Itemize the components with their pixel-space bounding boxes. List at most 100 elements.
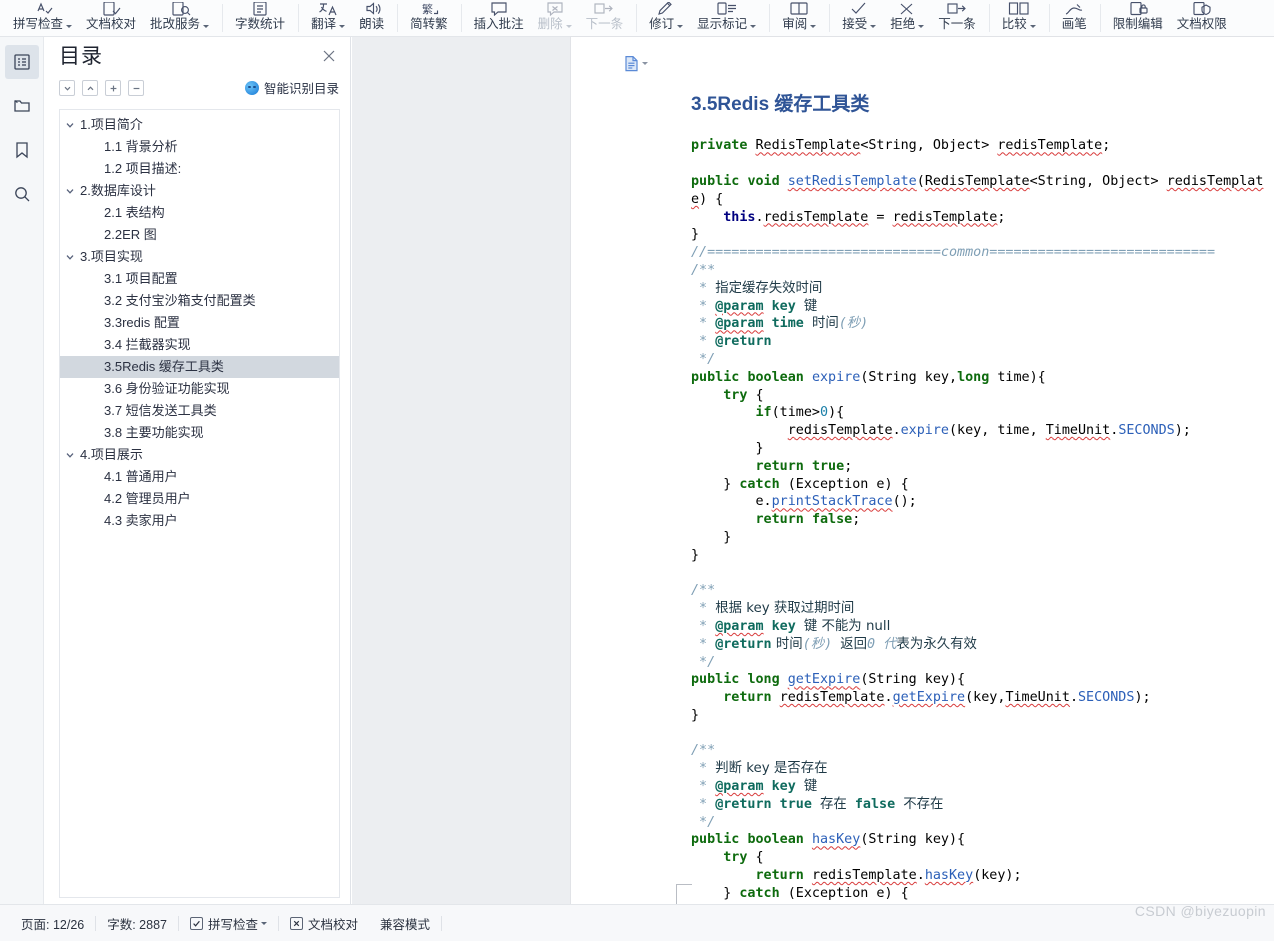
chevron-down-icon[interactable] <box>59 80 75 96</box>
chevron-down-icon[interactable] <box>918 25 925 28</box>
outline-item[interactable]: 4.项目展示 <box>60 444 339 466</box>
outline-item[interactable]: 1.项目简介 <box>60 114 339 136</box>
ribbon-button-insert-comment[interactable]: 插入批注 <box>467 0 531 36</box>
outline-icon <box>12 52 32 72</box>
ribbon-button-label: 修订 <box>649 17 675 31</box>
ribbon-button-show-markup[interactable]: 显示标记 <box>690 0 763 36</box>
outline-item-label: 4.2 管理员用户 <box>104 491 191 506</box>
paragraph-style-icon[interactable] <box>624 55 648 72</box>
outline-tree[interactable]: 1.项目简介 1.1 背景分析 1.2 项目描述: 2.数据库设计 2.1 表结构 2.2… <box>59 109 340 898</box>
chevron-down-icon[interactable] <box>261 921 268 925</box>
bookmark-icon <box>12 140 32 160</box>
outline-item[interactable]: 3.3redis 配置 <box>60 312 339 334</box>
outline-item[interactable]: 3.1 项目配置 <box>60 268 339 290</box>
chevron-down-icon[interactable] <box>60 120 80 130</box>
chevron-down-icon[interactable] <box>60 252 80 262</box>
ribbon-button-next-change[interactable]: 下一条 <box>931 0 983 36</box>
ribbon-button-accept[interactable]: 接受 <box>835 0 883 36</box>
chevron-down-icon[interactable] <box>642 62 648 65</box>
chevron-down-icon[interactable] <box>750 25 757 28</box>
outline-item[interactable]: 3.4 拦截器实现 <box>60 334 339 356</box>
ribbon-button-track-changes[interactable]: 修订 <box>642 0 690 36</box>
ribbon-button-word-count[interactable]: 字数统计 <box>228 0 292 36</box>
rail-item-search[interactable] <box>5 177 39 211</box>
ribbon-button-translate[interactable]: 翻译 <box>304 0 352 36</box>
outline-item[interactable]: 1.2 项目描述: <box>60 158 339 180</box>
rail-item-thumbnail[interactable] <box>5 89 39 123</box>
ribbon-button-read-aloud[interactable]: 朗读 <box>352 0 391 36</box>
ribbon-button-reject[interactable]: 拒绝 <box>883 0 931 36</box>
rail-item-bookmark[interactable] <box>5 133 39 167</box>
outline-item[interactable]: 4.1 普通用户 <box>60 466 339 488</box>
outline-item-label: 3.7 短信发送工具类 <box>104 403 217 418</box>
outline-item[interactable]: 2.2ER 图 <box>60 224 339 246</box>
ribbon-button-review-pane[interactable]: 审阅 <box>775 0 823 36</box>
chevron-down-icon[interactable] <box>203 25 210 28</box>
word-count-indicator[interactable]: 字数: 2887 <box>96 912 178 934</box>
next-change-icon <box>946 2 968 16</box>
chevron-down-icon[interactable] <box>1029 25 1036 28</box>
close-icon[interactable] <box>320 47 338 65</box>
chevron-up-icon[interactable] <box>82 80 98 96</box>
ribbon-button-compare[interactable]: 比较 <box>995 0 1043 36</box>
ribbon-button-pen[interactable]: 画笔 <box>1055 0 1094 36</box>
rail-item-outline[interactable] <box>4 45 39 79</box>
left-icon-rail <box>0 37 44 904</box>
outline-item[interactable]: 4.3 卖家用户 <box>60 510 339 532</box>
smart-recognize-label: 智能识别目录 <box>263 82 339 96</box>
status-compat-mode[interactable]: 兼容模式 <box>369 912 441 934</box>
page-indicator[interactable]: 页面: 12/26 <box>10 912 95 934</box>
outline-item[interactable]: 3.2 支付宝沙箱支付配置类 <box>60 290 339 312</box>
outline-item[interactable]: 2.数据库设计 <box>60 180 339 202</box>
chevron-down-icon[interactable] <box>810 25 817 28</box>
ribbon-button-simp-to-trad[interactable]: 繁简转繁 <box>403 0 455 36</box>
outline-item[interactable]: 3.8 主要功能实现 <box>60 422 339 444</box>
revision-service-icon <box>169 2 191 16</box>
outline-item[interactable]: 2.1 表结构 <box>60 202 339 224</box>
status-doc-proofread[interactable]: 文档校对 <box>279 912 369 934</box>
chevron-down-icon[interactable] <box>60 450 80 460</box>
pen-icon <box>1063 2 1085 16</box>
ribbon-button-spell-check[interactable]: 拼写检查 <box>6 0 79 36</box>
review-pane-icon <box>788 2 810 16</box>
status-spell-check[interactable]: 拼写检查 <box>179 912 278 934</box>
plus-icon[interactable] <box>105 80 121 96</box>
smart-recognize-toc-button[interactable]: 智能识别目录 <box>244 78 339 97</box>
ribbon-button-label: 显示标记 <box>697 17 748 31</box>
outline-item[interactable]: 3.6 身份验证功能实现 <box>60 378 339 400</box>
minus-icon[interactable] <box>128 80 144 96</box>
ribbon-button-restrict-edit[interactable]: 限制编辑 <box>1106 0 1170 36</box>
outline-item[interactable]: 3.项目实现 <box>60 246 339 268</box>
outline-item-label: 2.2ER 图 <box>104 227 157 242</box>
chevron-down-icon[interactable] <box>870 25 877 28</box>
ribbon-button-revision-service[interactable]: 批改服务 <box>143 0 216 36</box>
page-margin-corner-mark <box>676 884 692 904</box>
chevron-down-icon[interactable] <box>60 186 80 196</box>
outline-item-label: 1.2 项目描述: <box>104 161 182 176</box>
csdn-watermark: CSDN @biyezuopin <box>1134 903 1266 919</box>
ribbon-button-doc-proofread[interactable]: 文档校对 <box>79 0 143 36</box>
ribbon-group-track: 修订 显示标记 <box>636 0 769 36</box>
ribbon-group-proofing: 拼写检查 文档校对 批改服务 <box>0 0 222 36</box>
chevron-down-icon[interactable] <box>677 25 684 28</box>
ribbon-button-doc-permission[interactable]: 文档权限 <box>1170 0 1234 36</box>
chevron-down-icon[interactable] <box>66 25 73 28</box>
outline-item-label: 3.1 项目配置 <box>104 271 178 286</box>
outline-item[interactable]: 3.7 短信发送工具类 <box>60 400 339 422</box>
outline-item[interactable]: 1.1 背景分析 <box>60 136 339 158</box>
ribbon-group-review: 审阅 <box>769 0 829 36</box>
outline-item[interactable]: 3.5Redis 缓存工具类 <box>60 356 339 378</box>
ribbon-button-label: 下一条 <box>938 17 976 31</box>
ribbon-button-label: 批改服务 <box>150 17 201 31</box>
document-code-block[interactable]: 3.5Redis 缓存工具类 private RedisTemplate<Str… <box>691 56 1263 941</box>
outline-item[interactable]: 4.2 管理员用户 <box>60 488 339 510</box>
ribbon-button-label: 翻译 <box>311 17 337 31</box>
chevron-down-icon[interactable] <box>565 25 572 28</box>
outline-item-label: 3.4 拦截器实现 <box>104 337 191 352</box>
status-spell-check-label: 拼写检查 <box>208 917 259 932</box>
ribbon-button-label: 朗读 <box>359 17 385 31</box>
svg-text:繁: 繁 <box>422 2 433 16</box>
ribbon-button-label: 下一条 <box>585 17 624 31</box>
outline-item-label: 3.3redis 配置 <box>104 315 180 330</box>
chevron-down-icon[interactable] <box>339 25 346 28</box>
